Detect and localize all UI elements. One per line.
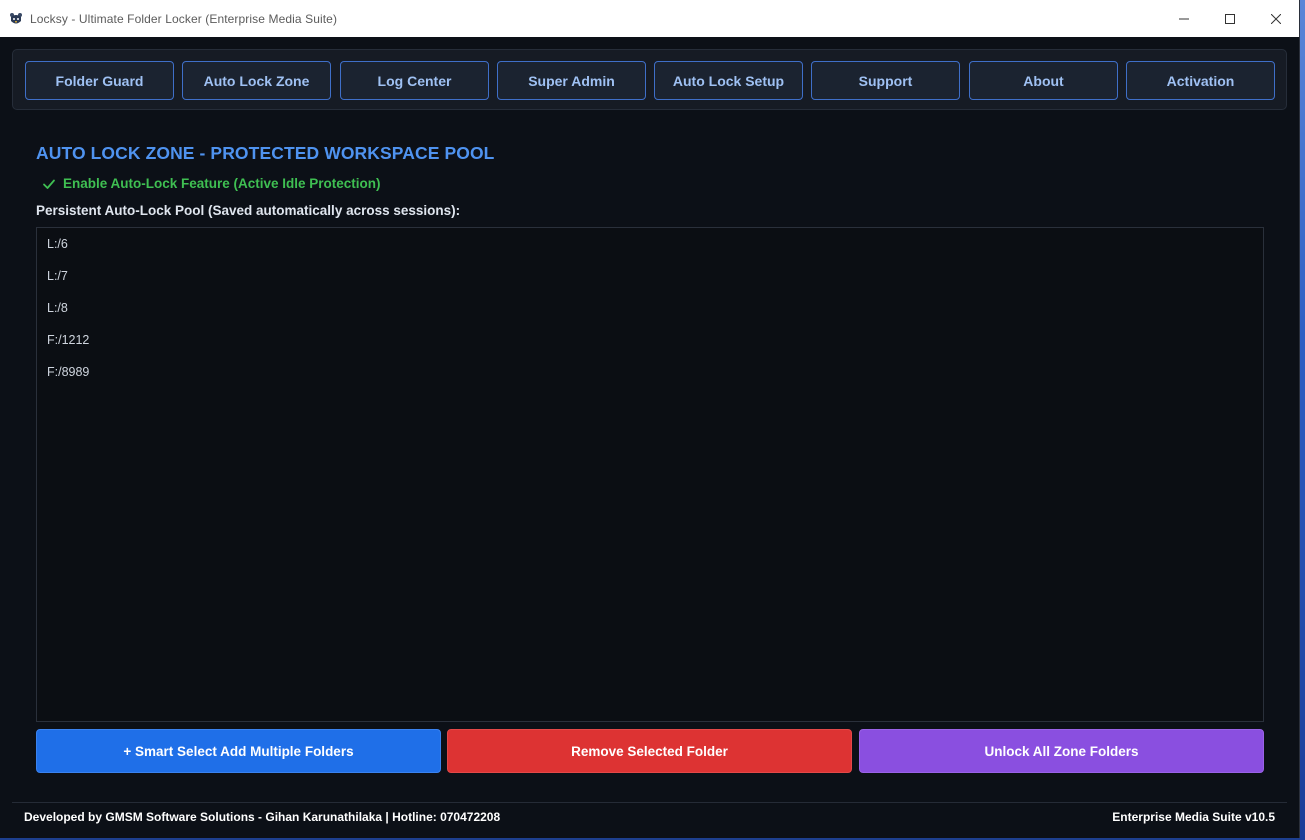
nav-support[interactable]: Support xyxy=(811,61,960,100)
list-item[interactable]: L:/8 xyxy=(37,292,1263,324)
window-controls xyxy=(1161,0,1299,37)
minimize-icon xyxy=(1179,18,1189,19)
nav-log-center[interactable]: Log Center xyxy=(340,61,489,100)
remove-selected-folder-button[interactable]: Remove Selected Folder xyxy=(447,729,852,773)
list-item[interactable]: L:/7 xyxy=(37,260,1263,292)
maximize-icon xyxy=(1225,13,1235,24)
page-title: AUTO LOCK ZONE - PROTECTED WORKSPACE POO… xyxy=(36,143,495,163)
unlock-all-zone-folders-button[interactable]: Unlock All Zone Folders xyxy=(859,729,1264,773)
minimize-button[interactable] xyxy=(1161,0,1207,37)
list-item[interactable]: F:/1212 xyxy=(37,324,1263,356)
title-bar[interactable]: Locksy - Ultimate Folder Locker (Enterpr… xyxy=(0,0,1299,37)
nav-about[interactable]: About xyxy=(969,61,1118,100)
app-window: Locksy - Ultimate Folder Locker (Enterpr… xyxy=(0,0,1300,838)
nav-auto-lock-zone[interactable]: Auto Lock Zone xyxy=(182,61,331,100)
main-nav: Folder Guard Auto Lock Zone Log Center S… xyxy=(12,49,1287,110)
footer-version: Enterprise Media Suite v10.5 xyxy=(1112,810,1275,824)
bear-shield-icon xyxy=(9,12,23,26)
nav-auto-lock-setup[interactable]: Auto Lock Setup xyxy=(654,61,803,100)
checkmark-icon xyxy=(42,177,56,191)
window-title: Locksy - Ultimate Folder Locker (Enterpr… xyxy=(30,11,338,26)
close-icon xyxy=(1271,13,1281,24)
auto-lock-checkbox[interactable]: Enable Auto-Lock Feature (Active Idle Pr… xyxy=(42,176,381,191)
auto-lock-pool-list[interactable]: L:/6 L:/7 L:/8 F:/1212 F:/8989 xyxy=(36,227,1264,722)
close-button[interactable] xyxy=(1253,0,1299,37)
auto-lock-checkbox-label: Enable Auto-Lock Feature (Active Idle Pr… xyxy=(63,176,381,191)
nav-activation[interactable]: Activation xyxy=(1126,61,1275,100)
list-item[interactable]: F:/8989 xyxy=(37,356,1263,388)
list-item[interactable]: L:/6 xyxy=(37,228,1263,260)
nav-super-admin[interactable]: Super Admin xyxy=(497,61,646,100)
maximize-button[interactable] xyxy=(1207,0,1253,37)
add-multiple-folders-button[interactable]: + Smart Select Add Multiple Folders xyxy=(36,729,441,773)
nav-folder-guard[interactable]: Folder Guard xyxy=(25,61,174,100)
pool-label: Persistent Auto-Lock Pool (Saved automat… xyxy=(36,203,461,218)
footer-credits: Developed by GMSM Software Solutions - G… xyxy=(24,810,501,824)
footer-divider xyxy=(12,802,1287,803)
